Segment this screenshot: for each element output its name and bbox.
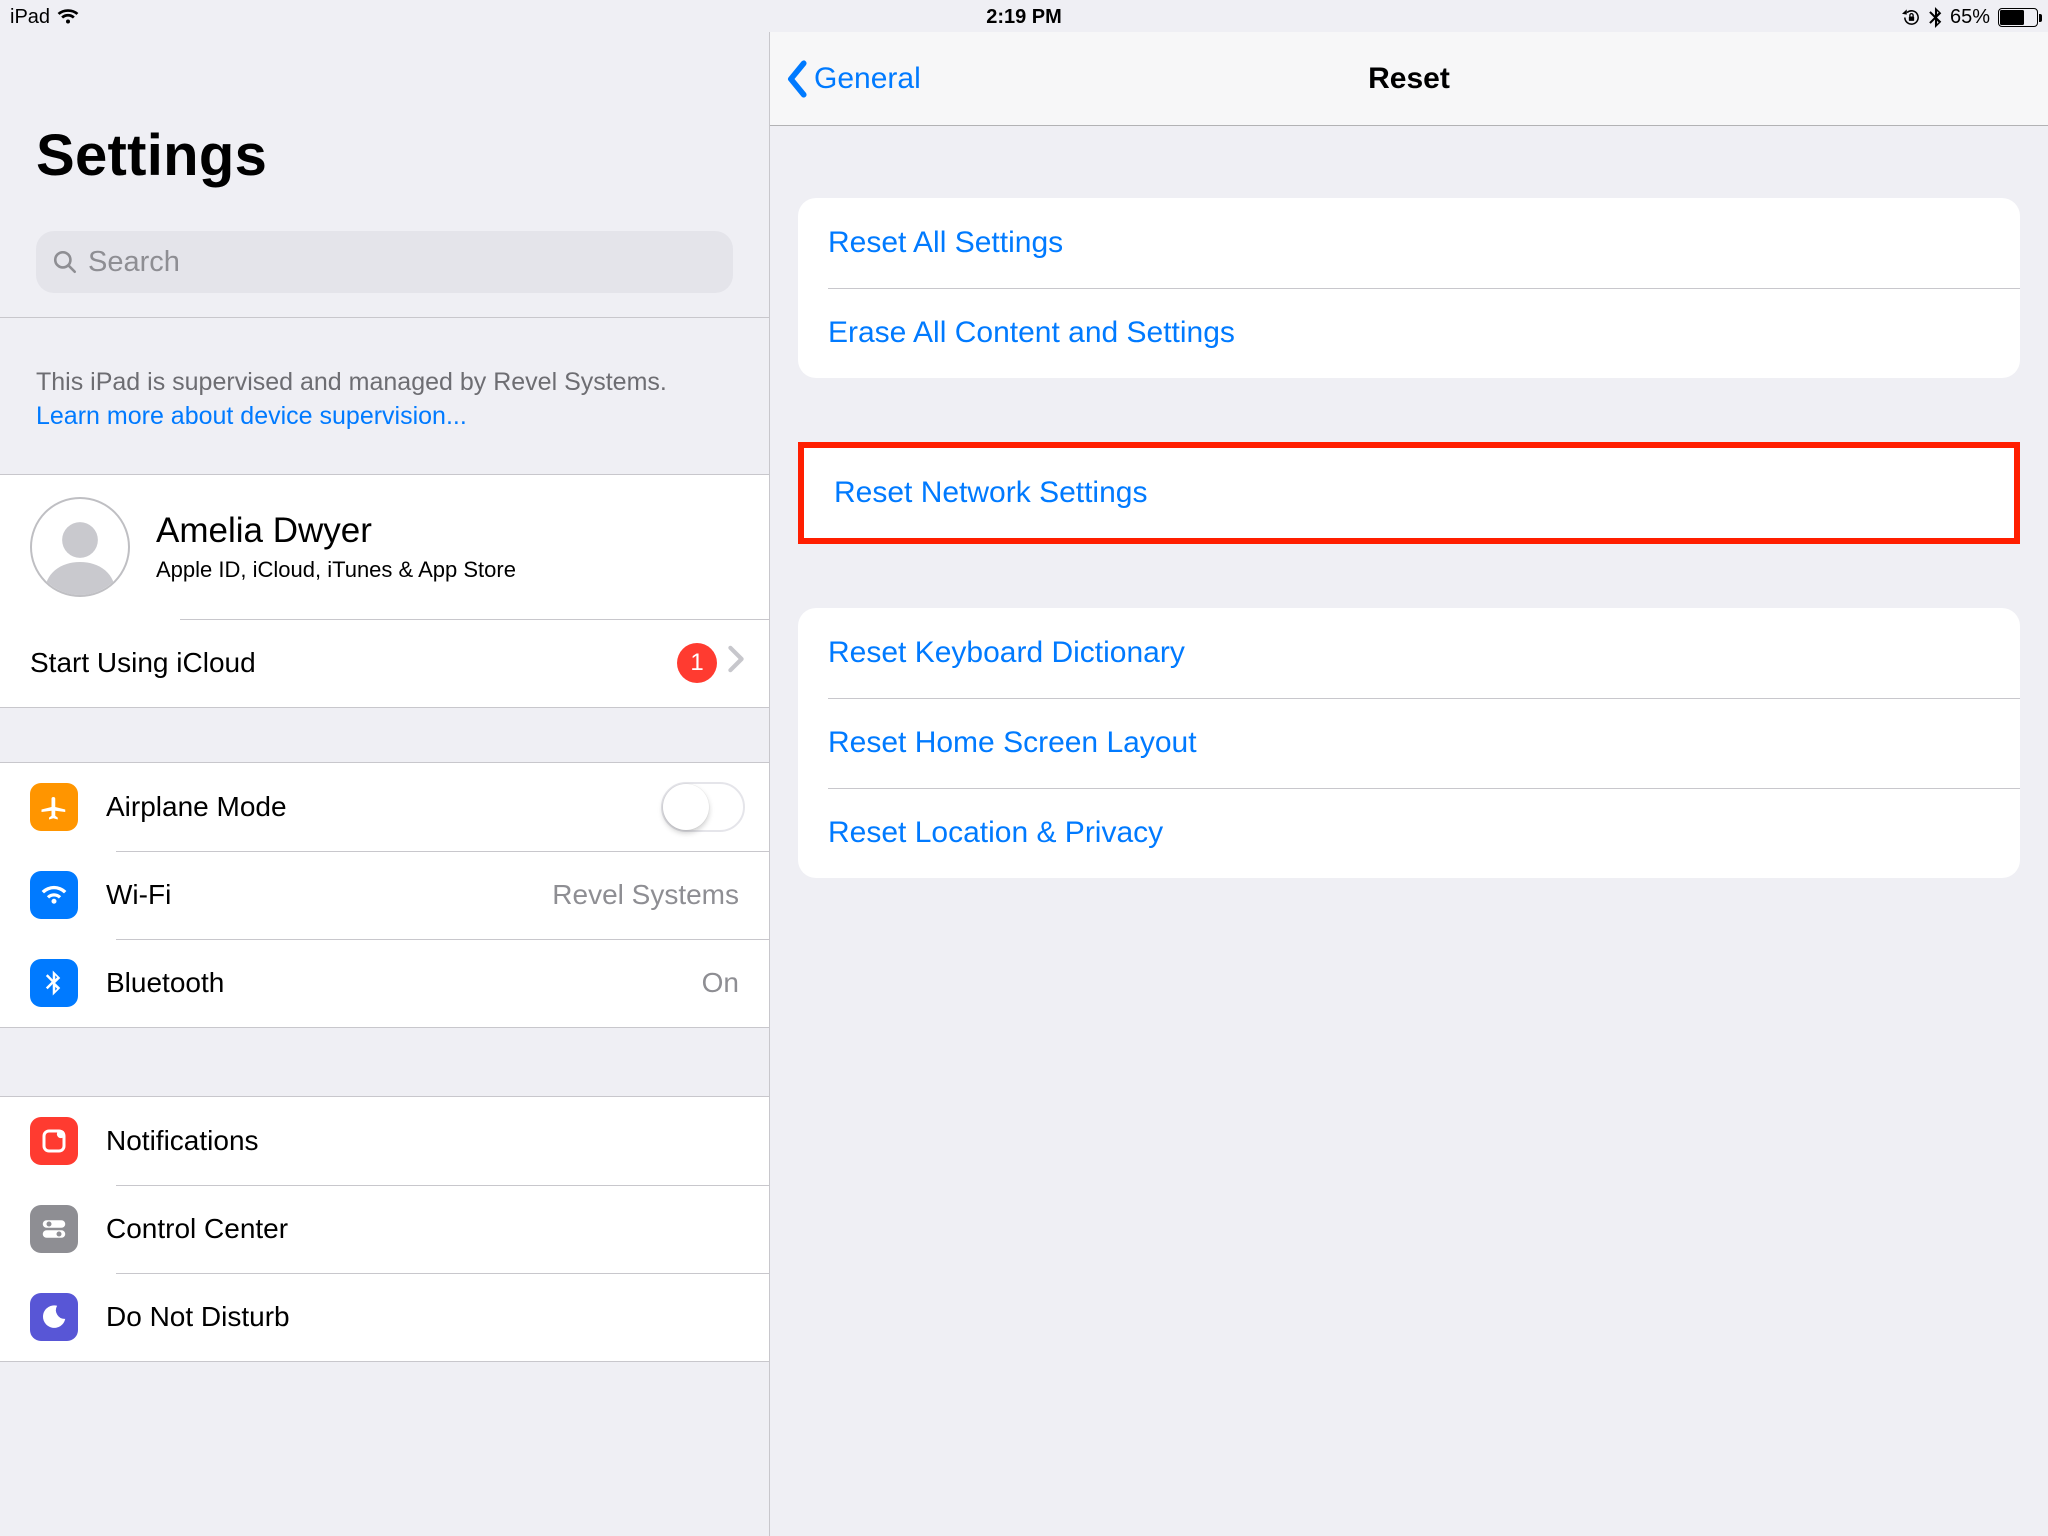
reset-home-screen-layout[interactable]: Reset Home Screen Layout: [798, 698, 2020, 788]
wifi-icon: [57, 9, 79, 25]
airplane-mode-row[interactable]: Airplane Mode: [0, 763, 769, 851]
profile-name: Amelia Dwyer: [156, 511, 516, 551]
battery-icon: [1998, 8, 2038, 27]
avatar: [30, 497, 130, 597]
detail-title: Reset: [1368, 62, 1450, 96]
do-not-disturb-row[interactable]: Do Not Disturb: [0, 1273, 769, 1361]
detail-pane: General Reset Reset All Settings Erase A…: [770, 32, 2048, 1536]
chevron-left-icon: [784, 59, 812, 99]
badge: 1: [677, 643, 717, 683]
moon-icon: [30, 1293, 78, 1341]
supervision-note: This iPad is supervised and managed by R…: [0, 317, 769, 474]
device-label: iPad: [10, 6, 50, 29]
control-center-row[interactable]: Control Center: [0, 1185, 769, 1273]
erase-all-content[interactable]: Erase All Content and Settings: [798, 288, 2020, 378]
reset-network-settings[interactable]: Reset Network Settings: [804, 448, 2014, 538]
search-input[interactable]: Search: [36, 231, 733, 293]
back-button[interactable]: General: [770, 59, 921, 99]
rotation-lock-icon: [1902, 8, 1921, 27]
search-icon: [52, 249, 78, 275]
notifications-icon: [30, 1117, 78, 1165]
bluetooth-icon: [1929, 7, 1942, 28]
bluetooth-value: On: [702, 967, 745, 999]
start-icloud-row[interactable]: Start Using iCloud 1: [0, 619, 769, 707]
airplane-icon: [30, 783, 78, 831]
reset-keyboard-dictionary[interactable]: Reset Keyboard Dictionary: [798, 608, 2020, 698]
chevron-right-icon: [727, 645, 745, 680]
profile-sub: Apple ID, iCloud, iTunes & App Store: [156, 557, 516, 583]
wifi-settings-icon: [30, 871, 78, 919]
apple-id-row[interactable]: Amelia Dwyer Apple ID, iCloud, iTunes & …: [0, 475, 769, 619]
nav-bar: General Reset: [770, 32, 2048, 126]
bluetooth-settings-icon: [30, 959, 78, 1007]
airplane-toggle[interactable]: [661, 782, 745, 832]
settings-sidebar: Settings Search This iPad is supervised …: [0, 32, 770, 1536]
reset-location-privacy[interactable]: Reset Location & Privacy: [798, 788, 2020, 878]
bluetooth-row[interactable]: Bluetooth On: [0, 939, 769, 1027]
reset-all-settings[interactable]: Reset All Settings: [798, 198, 2020, 288]
status-bar: iPad 2:19 PM 65%: [0, 0, 2048, 32]
wifi-row[interactable]: Wi-Fi Revel Systems: [0, 851, 769, 939]
highlighted-group: Reset Network Settings: [798, 442, 2020, 544]
page-title: Settings: [36, 122, 733, 189]
notifications-row[interactable]: Notifications: [0, 1097, 769, 1185]
search-placeholder: Search: [88, 246, 180, 279]
control-center-icon: [30, 1205, 78, 1253]
battery-percent: 65%: [1950, 6, 1990, 29]
clock: 2:19 PM: [986, 6, 1062, 29]
supervision-learn-more-link[interactable]: Learn more about device supervision...: [36, 402, 467, 430]
wifi-value: Revel Systems: [552, 879, 745, 911]
